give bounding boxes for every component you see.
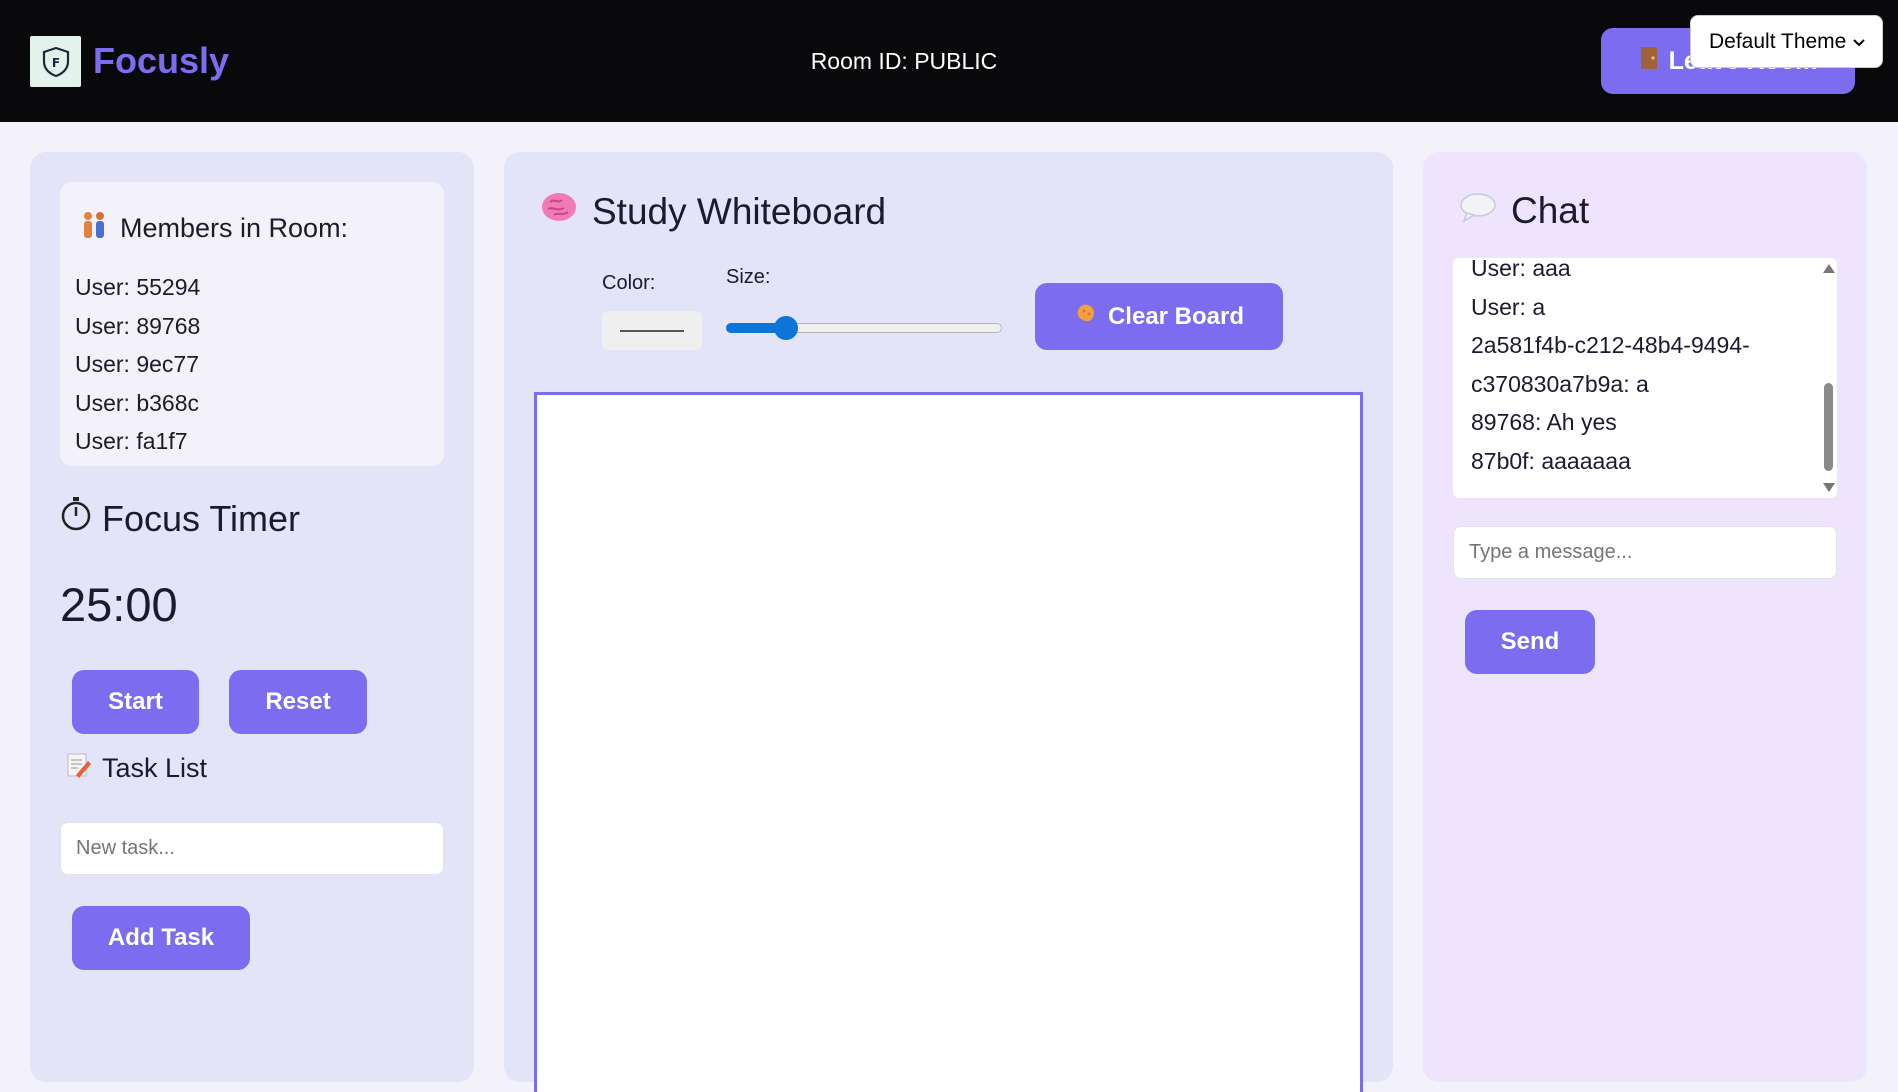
chat-title: Chat [1459,190,1589,232]
whiteboard-title: Study Whiteboard [540,190,886,233]
task-list-title: Task List [66,751,207,786]
color-swatch [620,329,684,332]
size-label: Size: [726,266,771,288]
member-item: User: b368c [75,389,200,416]
timer-display: 25:00 [60,578,178,631]
chat-message: c370830a7b9a: a [1471,370,1649,397]
focus-timer-title: Focus Timer [60,496,300,541]
start-timer-button[interactable]: Start [72,670,199,734]
people-icon [80,210,108,247]
left-panel: Members in Room: User: 55294 User: 89768… [30,152,474,1082]
scroll-down-arrow-icon[interactable] [1823,483,1835,492]
member-item: User: 55294 [75,274,201,300]
speech-bubble-icon [1459,190,1497,232]
scroll-thumb[interactable] [1824,383,1833,471]
new-task-input[interactable]: New task... [60,822,444,875]
theme-select[interactable]: Default Theme [1690,15,1883,68]
brush-size-slider[interactable] [726,316,1002,340]
memo-icon [66,751,92,786]
color-label: Color: [602,272,656,294]
add-task-button[interactable]: Add Task [72,906,250,970]
send-button[interactable]: Send [1465,610,1595,674]
scroll-up-arrow-icon[interactable] [1823,264,1835,273]
member-item: User: fa1f7 [75,428,188,454]
theme-select-value: Default Theme [1709,29,1847,53]
sponge-icon [1074,301,1098,332]
member-list: User: 55294 User: 89768 User: 9ec77 User… [75,268,200,461]
chat-input-placeholder: Type a message... [1469,541,1633,563]
clear-board-button[interactable]: Clear Board [1035,283,1283,350]
chat-message: 87b0f: aaaaaaa [1471,447,1631,474]
chat-message: 89768: Ah yes [1471,409,1617,435]
chat-panel: Chat User: aaa User: a 2a581f4b-c212-48b… [1423,152,1867,1082]
chat-message: User: aaa [1471,258,1571,281]
room-id: Room ID: PUBLIC [810,48,998,74]
chat-message-list: User: aaa User: a 2a581f4b-c212-48b4-949… [1471,258,1811,480]
whiteboard-canvas[interactable] [534,392,1363,1092]
reset-timer-button[interactable]: Reset [229,670,367,734]
chat-messages-box[interactable]: User: aaa User: a 2a581f4b-c212-48b4-949… [1453,258,1837,498]
slider-thumb[interactable] [774,316,798,340]
top-bar: F Focusly Room ID: PUBLIC Leave Room Def… [0,0,1898,122]
door-icon [1639,45,1659,78]
chat-message-input[interactable]: Type a message... [1453,526,1837,579]
members-card: Members in Room: User: 55294 User: 89768… [60,182,444,466]
whiteboard-panel: Study Whiteboard Color: Size: Clear Boar… [504,152,1393,1092]
new-task-placeholder: New task... [76,837,175,859]
member-item: User: 89768 [75,312,201,339]
members-title: Members in Room: [80,210,348,247]
member-item: User: 9ec77 [75,351,200,377]
chat-message: User: a [1471,293,1546,320]
brain-icon [540,190,578,233]
chat-scrollbar[interactable] [1820,258,1837,498]
chat-message: 2a581f4b-c212-48b4-9494- [1471,332,1750,358]
chevron-down-icon [1852,30,1866,54]
stopwatch-icon [60,496,92,541]
color-picker[interactable] [602,311,702,350]
